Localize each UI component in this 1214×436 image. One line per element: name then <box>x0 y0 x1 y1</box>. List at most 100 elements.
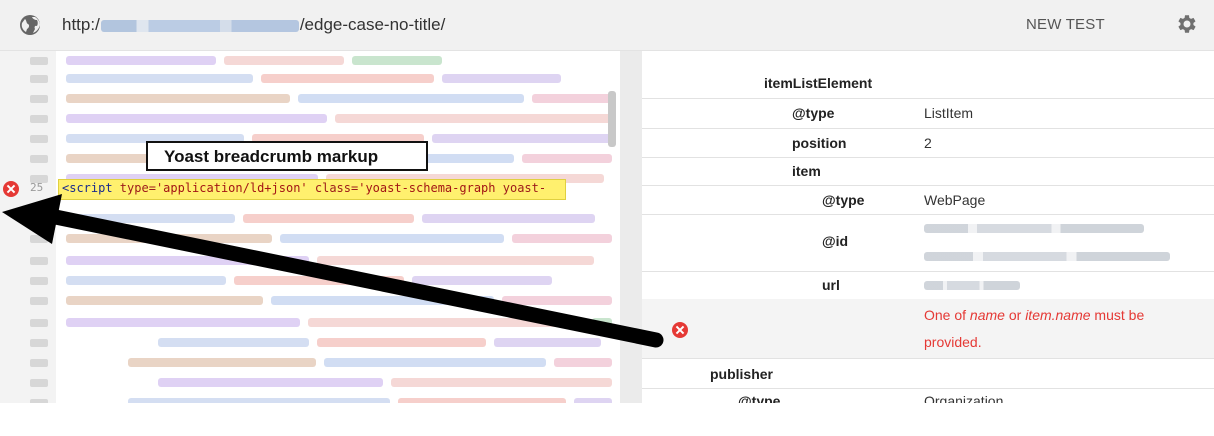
redacted-code <box>335 114 612 123</box>
callout-text: Yoast breadcrumb markup <box>164 147 379 166</box>
pane-divider[interactable] <box>620 51 642 403</box>
redacted-code <box>298 94 524 103</box>
redacted-code <box>352 56 442 65</box>
redacted-code <box>512 234 612 243</box>
table-row: @type ListItem <box>642 98 1214 129</box>
url-path: /edge-case-no-title/ <box>299 15 446 34</box>
redacted-code <box>502 296 612 305</box>
code-line <box>0 89 620 109</box>
table-row: @id <box>642 214 1214 272</box>
code-line <box>0 333 620 353</box>
redacted-code <box>158 378 383 387</box>
table-row: url <box>642 271 1214 300</box>
redacted-code <box>66 318 300 327</box>
code-value-class: 'yoast-schema-graph <box>358 181 496 195</box>
redacted-code <box>224 56 344 65</box>
error-term-name: name <box>969 307 1005 323</box>
code-line <box>0 373 620 393</box>
error-message: One of name or item.name must be provide… <box>924 302 1194 356</box>
redacted-id-value <box>924 224 1144 233</box>
redacted-id-value <box>924 252 1170 261</box>
value-position: 2 <box>924 135 932 151</box>
code-value-type: 'application/ld+json' <box>155 181 308 195</box>
error-row: One of name or item.name must be provide… <box>642 299 1214 359</box>
code-line <box>0 69 620 89</box>
redacted-code <box>522 154 612 163</box>
code-scrollbar[interactable] <box>608 91 616 147</box>
error-prefix: One of <box>924 307 970 323</box>
line-number <box>30 319 48 327</box>
redacted-code <box>66 234 272 243</box>
source-code-pane[interactable]: 25 <script type='application/ld+json' cl… <box>0 51 620 403</box>
annotation-callout: Yoast breadcrumb markup <box>146 141 428 171</box>
code-line <box>0 313 620 333</box>
redacted-code <box>66 214 235 223</box>
redacted-url-value <box>924 281 1020 290</box>
error-icon <box>672 322 688 338</box>
line-number <box>30 95 48 103</box>
redacted-code <box>280 234 504 243</box>
redacted-code <box>66 296 263 305</box>
redacted-code <box>66 256 309 265</box>
redacted-code <box>324 358 546 367</box>
redacted-code <box>261 74 434 83</box>
code-rest: yoast- <box>495 181 547 195</box>
line-number <box>30 135 48 143</box>
key-type: @type <box>792 105 835 121</box>
line-number <box>30 277 48 285</box>
line-number <box>30 75 48 83</box>
value-listitem: ListItem <box>924 105 974 121</box>
redacted-code <box>412 276 552 285</box>
redacted-code <box>592 318 612 327</box>
redacted-code <box>66 94 290 103</box>
line-number: 25 <box>30 181 44 194</box>
table-row: item <box>642 157 1214 186</box>
redacted-code <box>494 338 601 347</box>
redacted-code <box>317 338 486 347</box>
redacted-code <box>66 276 226 285</box>
key-publisher: publisher <box>710 366 774 382</box>
url-prefix: http:/ <box>62 15 100 34</box>
structured-data-table: itemListElement @type ListItem position … <box>642 51 1214 403</box>
url-bar[interactable]: http:/ /edge-case-no-title/ <box>62 15 445 35</box>
code-attr-type: type= <box>112 181 156 195</box>
code-line-text: <script type='application/ld+json' class… <box>62 181 546 195</box>
line-number <box>30 359 48 367</box>
value-organization: Organization <box>924 393 1004 403</box>
bottom-margin <box>0 403 1214 436</box>
table-row: position 2 <box>642 128 1214 158</box>
line-number <box>30 379 48 387</box>
error-term-itemname: item.name <box>1025 307 1091 323</box>
new-test-button[interactable]: NEW TEST <box>1026 16 1105 33</box>
line-number <box>30 339 48 347</box>
key-item: item <box>792 163 821 179</box>
redacted-code <box>128 358 316 367</box>
table-row: itemListElement <box>642 51 1214 99</box>
line-number <box>30 57 48 65</box>
globe-icon <box>20 15 40 35</box>
redacted-code <box>66 74 253 83</box>
key-type: @type <box>822 192 865 208</box>
redacted-code <box>308 318 584 327</box>
code-attr-class: class= <box>307 181 359 195</box>
top-bar: http:/ /edge-case-no-title/ NEW TEST <box>0 0 1214 51</box>
line-number <box>30 297 48 305</box>
table-row: @type WebPage <box>642 185 1214 215</box>
value-webpage: WebPage <box>924 192 986 208</box>
gear-icon[interactable] <box>1175 12 1199 36</box>
highlighted-code-line[interactable]: 25 <script type='application/ld+json' cl… <box>0 178 620 200</box>
code-line <box>0 353 620 373</box>
code-line <box>0 51 620 71</box>
key-id: @id <box>822 233 849 249</box>
redacted-code <box>271 296 494 305</box>
redacted-code <box>554 358 612 367</box>
key-url: url <box>822 277 840 293</box>
line-number <box>30 155 48 163</box>
redacted-code <box>158 338 309 347</box>
redacted-code <box>532 94 612 103</box>
code-tag: <script <box>62 181 113 195</box>
code-line <box>0 251 620 271</box>
error-icon[interactable] <box>3 181 19 197</box>
code-line <box>0 209 620 229</box>
code-line <box>0 229 620 249</box>
